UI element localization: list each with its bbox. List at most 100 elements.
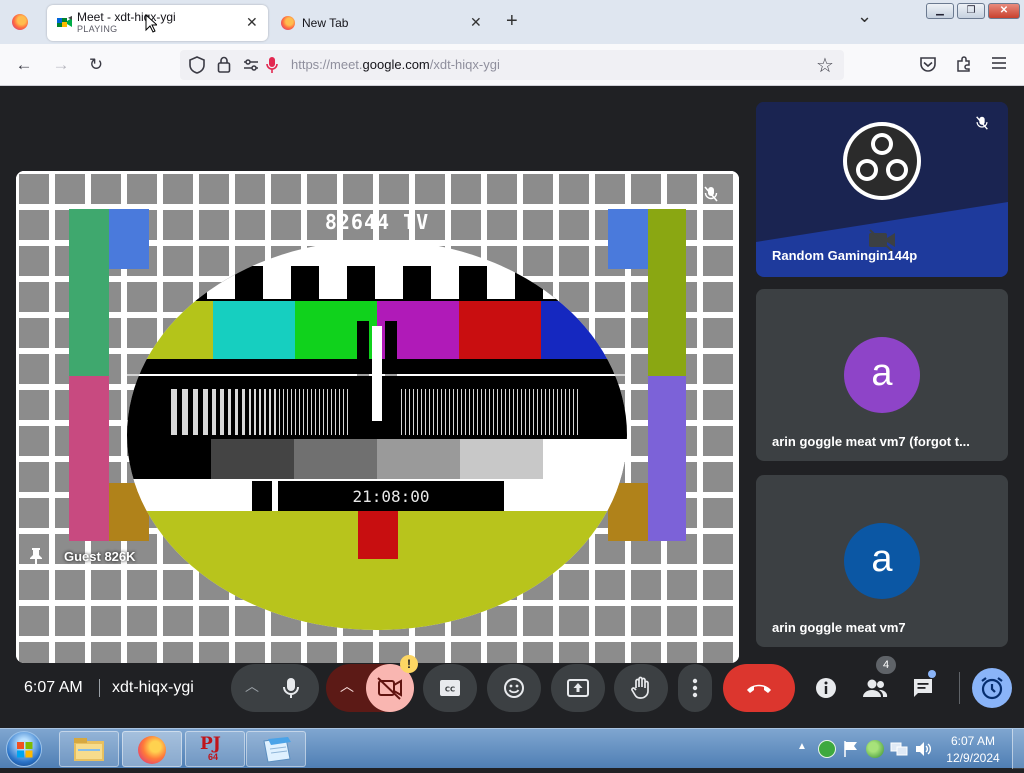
show-hidden-icons-button[interactable]: ▲ bbox=[797, 741, 807, 752]
close-tab-button[interactable]: ✕ bbox=[470, 14, 482, 31]
overlay-clock: 21:08:00 bbox=[352, 487, 430, 506]
pocket-icon[interactable] bbox=[919, 56, 937, 78]
participant-name: arin goggle meat vm7 (forgot t... bbox=[772, 434, 970, 449]
obs-logo-icon bbox=[842, 121, 922, 206]
taskbar-firefox-button[interactable] bbox=[122, 731, 182, 767]
url-path: /xdt-hiqx-ygi bbox=[429, 57, 500, 72]
list-all-tabs-button[interactable]: ⌄ bbox=[857, 6, 872, 27]
forward-icon[interactable]: → bbox=[50, 54, 72, 76]
extensions-icon[interactable] bbox=[955, 55, 973, 78]
folder-icon bbox=[74, 738, 104, 761]
raise-hand-button[interactable] bbox=[614, 664, 668, 712]
participant-tile-obs[interactable]: Random Gamingin144p bbox=[756, 102, 1008, 277]
security-tray-icon[interactable] bbox=[818, 740, 836, 758]
participant-name: arin goggle meat vm7 bbox=[772, 620, 906, 635]
chat-notification-dot bbox=[928, 670, 936, 678]
mic-control-group: ︿ bbox=[231, 664, 319, 712]
video-options-chevron-icon[interactable]: ︿ bbox=[340, 676, 354, 696]
menu-icon[interactable] bbox=[991, 56, 1007, 75]
captions-icon: CC bbox=[440, 680, 460, 696]
muted-mic-icon bbox=[974, 115, 990, 136]
participant-name: Random Gamingin144p bbox=[772, 248, 918, 263]
participant-tile-arin-1[interactable]: a arin goggle meat vm7 (forgot t... bbox=[756, 289, 1008, 461]
meeting-details-icon[interactable] bbox=[815, 677, 837, 704]
url-text[interactable]: https://meet.google.com/xdt-hiqx-ygi bbox=[291, 57, 500, 72]
show-desktop-button[interactable] bbox=[1012, 729, 1024, 769]
taskbar-project64-button[interactable]: PJ 64 bbox=[185, 731, 245, 767]
more-options-button[interactable] bbox=[678, 664, 712, 712]
camera-control-group: ︿ ! bbox=[326, 655, 418, 712]
firefox-icon[interactable] bbox=[12, 14, 28, 30]
people-icon[interactable] bbox=[862, 678, 888, 703]
navigation-bar: ← → ↻ https://meet.google.com/xdt-hiqx-y… bbox=[0, 44, 1024, 86]
emoji-reactions-button[interactable] bbox=[487, 664, 541, 712]
tab-title: New Tab bbox=[302, 16, 349, 30]
microphone-in-use-icon[interactable] bbox=[266, 56, 278, 79]
firefox-tab-icon bbox=[281, 16, 295, 30]
taskbar-notepad-button[interactable] bbox=[246, 731, 306, 767]
svg-text:CC: CC bbox=[445, 686, 455, 694]
overlay-title: 82644 TV bbox=[324, 210, 430, 234]
divider bbox=[99, 679, 100, 697]
participant-tile-arin-2[interactable]: a arin goggle meat vm7 bbox=[756, 475, 1008, 647]
main-video-tile[interactable]: 82644 TV 21:08:00 Guest 826K bbox=[16, 171, 739, 663]
avatar: a bbox=[844, 523, 920, 599]
tracking-protection-icon[interactable] bbox=[189, 56, 205, 79]
pin-icon[interactable] bbox=[28, 547, 44, 570]
firefox-icon bbox=[138, 736, 166, 764]
mouse-cursor bbox=[145, 13, 159, 38]
chat-icon[interactable] bbox=[912, 677, 934, 704]
taskbar-explorer-button[interactable] bbox=[59, 731, 119, 767]
captions-button[interactable]: CC bbox=[423, 664, 477, 712]
url-scheme: https://meet. bbox=[291, 57, 363, 72]
back-icon[interactable]: ← bbox=[13, 54, 35, 76]
tab-playing-status: PLAYING bbox=[77, 24, 118, 34]
audio-options-chevron-icon[interactable]: ︿ bbox=[245, 676, 259, 696]
lock-icon[interactable] bbox=[217, 56, 231, 78]
windows-logo-icon bbox=[17, 742, 33, 758]
project64-icon: PJ bbox=[200, 734, 221, 754]
emoji-icon bbox=[504, 678, 524, 698]
bookmark-star-icon[interactable]: ☆ bbox=[816, 53, 834, 78]
close-window-button[interactable]: ✕ bbox=[988, 3, 1020, 19]
new-tab-button[interactable]: + bbox=[506, 10, 518, 33]
leave-call-button[interactable] bbox=[723, 664, 795, 712]
tab-new-tab[interactable]: New Tab ✕ bbox=[270, 5, 491, 41]
volume-icon[interactable] bbox=[914, 740, 932, 763]
clock-time[interactable]: 6:07 AM bbox=[944, 734, 1002, 748]
present-icon bbox=[567, 679, 589, 697]
close-tab-button[interactable]: ✕ bbox=[246, 14, 258, 31]
meeting-code[interactable]: xdt-hiqx-ygi bbox=[112, 679, 194, 697]
network-monitor-icon[interactable] bbox=[890, 740, 908, 763]
activities-button[interactable] bbox=[972, 668, 1012, 708]
restore-button[interactable]: ❐ bbox=[957, 3, 985, 19]
minimize-button[interactable]: ▁ bbox=[926, 3, 954, 19]
camera-warning-badge: ! bbox=[400, 655, 418, 673]
network-globe-icon[interactable] bbox=[866, 740, 884, 758]
meet-page: 82644 TV 21:08:00 Guest 826K Random Gami… bbox=[0, 86, 1024, 728]
more-vert-icon bbox=[692, 678, 698, 698]
tab-meet[interactable]: ◂ Meet - xdt-hiqx-ygi PLAYING ✕ bbox=[47, 5, 268, 41]
alarm-icon bbox=[981, 677, 1003, 700]
start-button[interactable] bbox=[6, 731, 42, 767]
people-count-badge: 4 bbox=[876, 656, 896, 674]
url-host: google.com bbox=[362, 57, 430, 72]
tab-title: Meet - xdt-hiqx-ygi bbox=[77, 10, 176, 24]
divider bbox=[959, 672, 960, 704]
project64-sub-label: 64 bbox=[208, 752, 219, 762]
speaker-icon[interactable]: ◂ bbox=[68, 13, 72, 22]
microphone-button[interactable] bbox=[283, 677, 299, 704]
muted-mic-icon bbox=[702, 185, 720, 208]
notepad-icon bbox=[263, 737, 291, 763]
present-screen-button[interactable] bbox=[551, 664, 605, 712]
taskbar: PJ 64 ▲ 6:07 AM 12/9/2024 bbox=[0, 728, 1024, 769]
clock-date[interactable]: 12/9/2024 bbox=[942, 751, 1004, 765]
action-center-flag-icon[interactable] bbox=[843, 740, 859, 763]
test-card-video bbox=[16, 171, 739, 663]
hand-icon bbox=[631, 676, 649, 699]
url-bar[interactable]: https://meet.google.com/xdt-hiqx-ygi ☆ bbox=[180, 50, 844, 80]
avatar: a bbox=[844, 337, 920, 413]
participant-name: Guest 826K bbox=[64, 549, 136, 564]
reload-icon[interactable]: ↻ bbox=[85, 54, 107, 76]
permissions-icon[interactable] bbox=[243, 58, 259, 77]
